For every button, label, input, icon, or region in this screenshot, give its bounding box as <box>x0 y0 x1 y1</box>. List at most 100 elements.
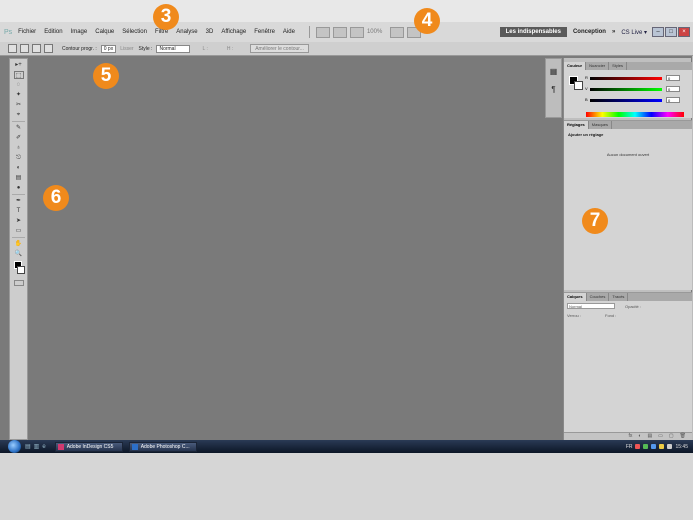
crop-tool-icon[interactable]: ✂ <box>14 101 24 109</box>
eyedropper-tool-icon[interactable]: ⌖ <box>14 111 24 119</box>
menu-3d[interactable]: 3D <box>206 29 214 35</box>
clock[interactable]: 15:45 <box>675 444 688 450</box>
mask-icon[interactable]: ▭ <box>658 433 663 440</box>
quick-mask-icon[interactable] <box>13 280 24 286</box>
collapsed-panel-dock: ▦ ¶ <box>545 58 562 118</box>
fx-icon[interactable]: fx <box>629 433 633 440</box>
type-tool-icon[interactable]: T <box>14 207 24 215</box>
view-extras-icon[interactable] <box>349 26 364 38</box>
menu-fenetre[interactable]: Fenêtre <box>254 29 275 35</box>
path-selection-tool-icon[interactable]: ➤ <box>14 217 24 225</box>
tray-icon[interactable] <box>659 444 665 449</box>
menu-calque[interactable]: Calque <box>95 29 114 35</box>
start-button-icon[interactable] <box>8 440 21 453</box>
tab-reglages[interactable]: Réglages <box>564 121 589 129</box>
healing-brush-tool-icon[interactable]: ✎ <box>14 124 24 132</box>
group-icon[interactable]: ▤ <box>647 433 652 440</box>
tray-icon[interactable] <box>651 444 657 449</box>
ie-icon[interactable]: e <box>42 444 45 450</box>
close-icon[interactable]: × <box>678 27 690 37</box>
tab-traces[interactable]: Tracés <box>609 293 629 301</box>
clone-stamp-tool-icon[interactable]: ♁ <box>14 144 24 152</box>
slider-v-bar[interactable] <box>590 88 662 91</box>
slider-r-value[interactable]: 0 <box>666 75 680 81</box>
switch-windows-icon[interactable]: ▥ <box>34 443 40 450</box>
refine-edge-button[interactable]: Améliorer le contour... <box>250 44 309 53</box>
layers-mode-row: Normal Opacité : <box>564 301 692 311</box>
zoom-tool-icon[interactable]: 🔍 <box>14 250 24 258</box>
tray-icon[interactable] <box>635 444 641 449</box>
menu-edition[interactable]: Edition <box>44 29 62 35</box>
maximize-icon[interactable]: □ <box>665 27 677 37</box>
slider-b[interactable]: B 0 <box>585 97 680 103</box>
shape-tool-icon[interactable]: ▭ <box>14 227 24 235</box>
zoom-level[interactable]: 100% <box>367 29 382 35</box>
menu-selection[interactable]: Sélection <box>122 29 147 35</box>
language-indicator[interactable]: FR <box>626 444 633 450</box>
history-panel-icon[interactable]: ▦ <box>549 67 559 77</box>
cs-live-button[interactable]: CS Live ▾ <box>621 29 647 36</box>
layers-panel: Calques Couches Tracés Normal Opacité : … <box>564 292 692 440</box>
menu-image[interactable]: Image <box>71 29 88 35</box>
tab-couches[interactable]: Couches <box>587 293 610 301</box>
move-tool-icon[interactable]: ▸+ <box>14 61 24 69</box>
tab-calques[interactable]: Calques <box>564 293 587 301</box>
background-color-swatch[interactable] <box>17 266 25 274</box>
menu-analyse[interactable]: Analyse <box>176 29 197 35</box>
menu-affichage[interactable]: Affichage <box>221 29 246 35</box>
lisser-checkbox[interactable]: Lisser <box>120 46 133 52</box>
tool-preset-icon[interactable] <box>8 44 17 53</box>
launch-mini-bridge-icon[interactable] <box>332 26 347 38</box>
show-desktop-icon[interactable]: ▤ <box>25 443 31 450</box>
menu-aide[interactable]: Aide <box>283 29 295 35</box>
brush-tool-icon[interactable]: ✐ <box>14 134 24 142</box>
indesign-icon <box>57 443 64 450</box>
tool-separator <box>12 237 25 238</box>
new-layer-icon[interactable]: ▢ <box>669 433 674 440</box>
tab-masques[interactable]: Masques <box>589 121 613 129</box>
blur-tool-icon[interactable]: ● <box>14 184 24 192</box>
slider-b-value[interactable]: 0 <box>666 97 680 103</box>
add-selection-icon[interactable] <box>32 44 41 53</box>
history-brush-tool-icon[interactable]: ⎋ <box>14 154 24 162</box>
color-background-chip[interactable] <box>574 81 583 90</box>
slider-v-value[interactable]: 0 <box>666 86 680 92</box>
workspace-more[interactable]: » <box>612 29 615 35</box>
pen-tool-icon[interactable]: ✒ <box>14 197 24 205</box>
blend-mode-select[interactable]: Normal <box>567 303 615 309</box>
contour-input[interactable]: 0 px <box>100 44 117 53</box>
tab-couleur[interactable]: Couleur <box>564 62 587 70</box>
adjustment-layer-icon[interactable]: ◐ <box>638 433 641 440</box>
workspace-design[interactable]: Conception <box>573 29 606 35</box>
task-photoshop[interactable]: Adobe Photoshop C... <box>128 441 197 452</box>
slider-v-label: V <box>585 86 588 91</box>
task-indesign[interactable]: Adobe InDesign CS5 <box>54 441 123 452</box>
launch-bridge-icon[interactable] <box>315 26 330 38</box>
new-selection-icon[interactable] <box>20 44 29 53</box>
trash-icon[interactable]: 🗑 <box>680 433 686 440</box>
slider-v[interactable]: V 0 <box>585 86 680 92</box>
slider-b-bar[interactable] <box>590 99 662 102</box>
style-select[interactable]: Normal <box>156 44 191 53</box>
menu-fichier[interactable]: Fichier <box>18 29 36 35</box>
subtract-selection-icon[interactable] <box>44 44 53 53</box>
gradient-tool-icon[interactable]: ▤ <box>14 174 24 182</box>
tool-separator <box>12 121 25 122</box>
character-panel-icon[interactable]: ¶ <box>549 85 559 95</box>
lasso-tool-icon[interactable]: ◌ <box>14 81 24 89</box>
slider-r-bar[interactable] <box>590 77 662 80</box>
tool-separator <box>12 194 25 195</box>
color-spectrum-bar[interactable] <box>586 112 684 117</box>
workspace-essentials[interactable]: Les indispensables <box>499 27 567 37</box>
slider-r[interactable]: R 0 <box>585 75 680 81</box>
tray-icon[interactable] <box>643 444 649 449</box>
arrange-documents-icon[interactable] <box>390 26 405 38</box>
tab-styles[interactable]: Styles <box>609 62 628 70</box>
hand-tool-icon[interactable]: ✋ <box>14 240 24 248</box>
eraser-tool-icon[interactable]: ◐ <box>14 164 24 172</box>
tab-nuancier[interactable]: Nuancier <box>586 62 610 70</box>
marquee-tool-icon[interactable]: ⬚ <box>13 71 24 79</box>
minimize-icon[interactable]: – <box>652 27 664 37</box>
volume-icon[interactable] <box>667 444 673 449</box>
quick-selection-tool-icon[interactable]: ✦ <box>14 91 24 99</box>
